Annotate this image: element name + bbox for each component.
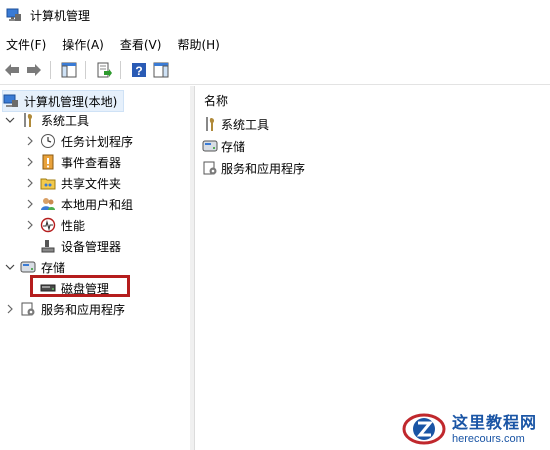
chevron-right-icon[interactable] [24,135,36,147]
tree-item-label: 设备管理器 [61,239,122,254]
tree-item-label: 本地用户和组 [61,197,134,212]
menu-file[interactable]: 文件(F) [0,36,54,53]
toolbar-separator [50,61,51,79]
chevron-right-icon[interactable] [24,156,36,168]
menu-view[interactable]: 查看(V) [112,36,170,53]
watermark-logo-icon [402,413,446,445]
tree-item-label: 计算机管理(本地) [24,94,118,109]
column-header-name[interactable]: 名称 [204,92,228,109]
list-item-label: 系统工具 [221,117,270,132]
tree-item-local-users-groups[interactable]: 本地用户和组 [24,194,133,214]
wrench-screwdriver-icon [206,117,215,131]
back-button[interactable] [2,60,22,80]
toolbar-separator [120,61,121,79]
tree-item-performance[interactable]: 性能 [24,215,85,235]
tree-item-label: 服务和应用程序 [41,302,126,317]
storage-icon [202,140,218,152]
tree-item-device-manager[interactable]: 设备管理器 [40,236,121,256]
menu-help[interactable]: 帮助(H) [169,36,227,53]
tree-item-label: 事件查看器 [61,155,122,170]
services-icon [21,302,35,316]
performance-icon [40,217,56,233]
chevron-right-icon[interactable] [4,303,16,315]
users-icon [41,198,55,210]
watermark-url: herecours.com [452,433,525,445]
window-title: 计算机管理 [30,8,91,23]
highlight-box [30,275,130,297]
details-pane: 名称 系统工具 存储 服务和应用程序 [196,86,550,450]
pane-splitter[interactable] [190,86,195,450]
shared-folder-icon [40,178,56,190]
back-arrow-icon [5,64,19,76]
svg-text:?: ? [135,64,142,78]
device-manager-icon [41,240,55,253]
tree-item-label: 性能 [61,218,86,233]
watermark: 这里教程网 herecours.com [402,404,550,450]
watermark-text: 这里教程网 herecours.com [452,409,537,445]
title-bar: 计算机管理 [0,0,550,30]
show-hide-console-tree-button[interactable] [59,60,79,80]
watermark-cn: 这里教程网 [452,413,538,432]
services-icon [203,161,217,175]
list-item-system-tools[interactable]: 系统工具 [202,114,269,134]
export-list-button[interactable] [94,60,114,80]
menu-bar: 文件(F) 操作(A) 查看(V) 帮助(H) [0,34,550,54]
storage-icon [20,261,36,273]
list-item-label: 服务和应用程序 [221,161,306,176]
computer-management-icon [6,8,21,21]
menu-action[interactable]: 操作(A) [54,36,112,53]
export-list-icon [97,62,112,78]
toolbar: ? [0,56,550,85]
tree-item-label: 任务计划程序 [61,134,134,149]
forward-arrow-icon [27,64,41,76]
help-button[interactable]: ? [129,60,149,80]
chevron-right-icon[interactable] [24,177,36,189]
tree-item-label: 共享文件夹 [61,176,122,191]
tree-item-task-scheduler[interactable]: 任务计划程序 [24,131,133,151]
chevron-right-icon[interactable] [24,219,36,231]
console-tree: 计算机管理(本地) 系统工具 任务计划程序 事件查看器 共享文件夹 本地用户和组… [0,86,191,450]
chevron-down-icon[interactable] [4,261,16,273]
computer-management-icon [3,94,18,107]
forward-button[interactable] [24,60,44,80]
event-viewer-icon [42,154,54,170]
tree-item-services-applications[interactable]: 服务和应用程序 [4,299,125,319]
tree-item-label: 系统工具 [41,113,90,128]
list-item-storage[interactable]: 存储 [202,136,245,156]
help-icon: ? [132,63,146,78]
chevron-right-icon[interactable] [24,198,36,210]
console-tree-icon [61,62,77,78]
tree-item-shared-folders[interactable]: 共享文件夹 [24,173,121,193]
tree-item-storage[interactable]: 存储 [4,257,65,277]
tree-item-system-tools[interactable]: 系统工具 [4,110,89,130]
wrench-screwdriver-icon [24,113,33,127]
clock-icon [41,134,55,148]
tree-item-event-viewer[interactable]: 事件查看器 [24,152,121,172]
tree-item-label: 存储 [41,260,66,275]
list-item-label: 存储 [221,139,246,154]
show-hide-action-pane-button[interactable] [151,60,171,80]
chevron-down-icon[interactable] [4,114,16,126]
toolbar-separator [85,61,86,79]
list-item-services-applications[interactable]: 服务和应用程序 [202,158,305,178]
action-pane-icon [153,62,169,78]
tree-item-computer-management[interactable]: 计算机管理(本地) [2,90,125,112]
